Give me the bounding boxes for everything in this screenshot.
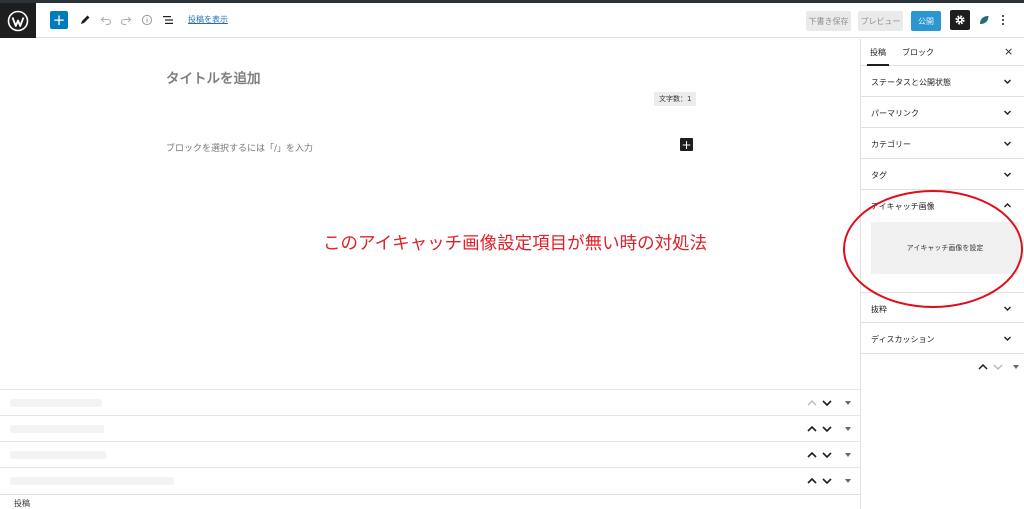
list-item-placeholder: [10, 399, 102, 407]
settings-button[interactable]: [950, 10, 970, 30]
panel-label: ディスカッション: [871, 335, 935, 344]
chevron-down-icon: [1004, 141, 1011, 146]
chevron-up-icon[interactable]: [806, 450, 818, 460]
chevron-down-icon: [1004, 79, 1011, 84]
plus-icon: +: [681, 137, 692, 152]
chevron-down-icon: [1004, 110, 1011, 115]
panel-label: アイキャッチ画像: [871, 202, 935, 211]
panel-discussion[interactable]: ディスカッション: [861, 323, 1024, 354]
panel-status-visibility[interactable]: ステータスと公開状態: [861, 66, 1024, 97]
plugin-button[interactable]: [975, 11, 993, 29]
panel-excerpt[interactable]: 抜粋: [861, 292, 1024, 323]
editor-canvas: タイトルを追加 文字数：1 ブロックを選択するには「/」を入力 + このアイキャ…: [0, 39, 860, 389]
chevron-down-icon[interactable]: [821, 424, 833, 434]
wordpress-logo-icon[interactable]: [0, 3, 36, 38]
info-icon[interactable]: [138, 11, 156, 29]
leaf-icon: [980, 16, 989, 24]
chevron-down-icon[interactable]: [992, 362, 1004, 372]
list-item-placeholder: [10, 477, 174, 485]
tab-block[interactable]: ブロック: [902, 47, 934, 58]
block-placeholder[interactable]: ブロックを選択するには「/」を入力: [166, 141, 313, 154]
pencil-icon[interactable]: [76, 11, 94, 29]
chevron-up-icon[interactable]: [806, 476, 818, 486]
list-view-icon[interactable]: [159, 11, 177, 29]
annotation-text: このアイキャッチ画像設定項目が無い時の対処法: [323, 234, 708, 254]
item-menu-icon[interactable]: [842, 424, 854, 434]
list-item[interactable]: [0, 441, 860, 467]
chevron-up-icon: [1004, 203, 1011, 208]
panel-label: カテゴリー: [871, 140, 911, 149]
list-item-placeholder: [10, 451, 106, 459]
chevron-up-icon[interactable]: [806, 398, 818, 408]
editor-footer: 投稿: [0, 494, 860, 509]
panel-label: ステータスと公開状態: [871, 78, 951, 87]
list-item[interactable]: [0, 467, 860, 493]
add-block-button[interactable]: +: [50, 11, 68, 29]
word-count-badge: 文字数：1: [654, 92, 697, 106]
editor-header: + 投稿を表示 下書き保存 プレビュー 公開: [0, 3, 1024, 38]
panel-category[interactable]: カテゴリー: [861, 128, 1024, 159]
chevron-down-icon[interactable]: [821, 476, 833, 486]
list-item[interactable]: [0, 415, 860, 441]
redo-icon[interactable]: [117, 11, 135, 29]
list-item[interactable]: [0, 389, 860, 415]
close-icon[interactable]: ×: [1004, 45, 1013, 58]
post-title-input[interactable]: タイトルを追加: [166, 67, 261, 87]
chevron-up-icon[interactable]: [806, 424, 818, 434]
item-menu-icon[interactable]: [842, 398, 854, 408]
chevron-down-icon: [1004, 172, 1011, 177]
sidebar-tabs: 投稿 ブロック ×: [861, 39, 1024, 66]
panel-tags[interactable]: タグ: [861, 159, 1024, 190]
gear-icon: [955, 15, 965, 25]
undo-icon[interactable]: [97, 11, 115, 29]
item-menu-icon[interactable]: [842, 450, 854, 460]
plus-icon: +: [52, 10, 66, 29]
item-menu-icon[interactable]: [1010, 362, 1022, 372]
settings-sidebar: 投稿 ブロック × ステータスと公開状態 パーマリンク カテゴリー タグ アイキ…: [860, 39, 1024, 509]
inline-add-block-button[interactable]: +: [680, 138, 693, 151]
list-item-placeholder: [10, 425, 104, 433]
view-post-link[interactable]: 投稿を表示: [188, 14, 228, 25]
chevron-up-icon[interactable]: [977, 362, 989, 372]
panel-label: タグ: [871, 171, 887, 180]
publish-button[interactable]: 公開: [911, 11, 941, 31]
preview-button[interactable]: プレビュー: [858, 11, 903, 31]
panel-featured-image[interactable]: アイキャッチ画像: [861, 190, 1024, 221]
panel-label: 抜粋: [871, 305, 887, 314]
more-vertical-icon[interactable]: [996, 11, 1010, 29]
panel-permalink[interactable]: パーマリンク: [861, 97, 1024, 128]
save-draft-button[interactable]: 下書き保存: [806, 11, 851, 31]
breadcrumb[interactable]: 投稿: [14, 498, 30, 509]
tab-post[interactable]: 投稿: [867, 47, 889, 66]
panel-label: パーマリンク: [871, 109, 919, 118]
chevron-down-icon: [1004, 306, 1011, 311]
chevron-down-icon[interactable]: [821, 450, 833, 460]
chevron-down-icon[interactable]: [821, 398, 833, 408]
chevron-down-icon: [1004, 336, 1011, 341]
set-featured-image-button[interactable]: アイキャッチ画像を設定: [871, 222, 1019, 274]
item-menu-icon[interactable]: [842, 476, 854, 486]
